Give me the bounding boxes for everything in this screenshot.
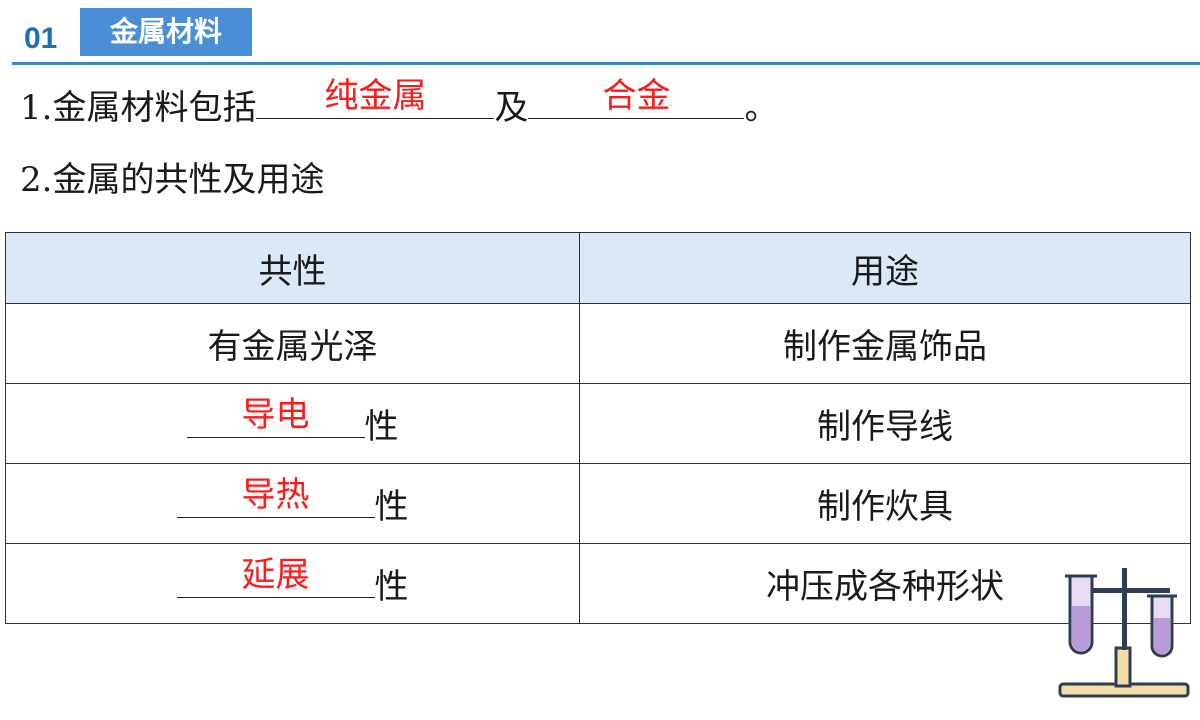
question-1: 1.金属材料包括 纯金属 及 合金 。 xyxy=(20,76,779,129)
property-suffix: 性 xyxy=(364,407,399,447)
use-cell: 制作导线 xyxy=(579,383,1191,464)
use-cell: 制作金属饰品 xyxy=(579,303,1191,384)
section-title: 金属材料 xyxy=(80,8,252,56)
table-row: 导热 性 制作炊具 xyxy=(5,463,1191,544)
property-cell: 延展 性 xyxy=(5,543,580,624)
question-1-suffix: 。 xyxy=(744,88,779,128)
property-blank: 延展 xyxy=(176,555,375,598)
property-cell: 导电 性 xyxy=(5,383,580,464)
answer-1: 纯金属 xyxy=(324,76,427,116)
header-divider xyxy=(12,62,1200,65)
use-cell: 制作炊具 xyxy=(579,463,1191,544)
section-number: 01 xyxy=(24,22,58,55)
table-header-row: 共性 用途 xyxy=(5,232,1191,304)
question-2: 2.金属的共性及用途 xyxy=(20,160,325,200)
table-row: 有金属光泽 制作金属饰品 xyxy=(5,303,1191,384)
property-answer: 延展 xyxy=(241,555,310,595)
blank-1: 纯金属 xyxy=(256,76,495,119)
property-suffix: 性 xyxy=(374,487,409,527)
answer-2: 合金 xyxy=(602,76,671,116)
property-blank: 导电 xyxy=(186,395,365,438)
property-cell: 导热 性 xyxy=(5,463,580,544)
property-cell: 有金属光泽 xyxy=(5,303,580,384)
table-row: 延展性 冲压成各种形状 xyxy=(5,543,1191,624)
column-header-property: 共性 xyxy=(5,232,580,304)
properties-table: 共性 用途 有金属光泽 制作金属饰品 导电性 制作导线 导热性 制作炊具 延展性… xyxy=(5,232,1191,624)
blank-2: 合金 xyxy=(528,76,745,119)
test-tube-rack-icon xyxy=(1058,568,1190,698)
property-suffix: 性 xyxy=(374,567,409,607)
question-1-prefix: 1.金属材料包括 xyxy=(20,88,257,128)
property-answer: 导热 xyxy=(241,475,310,515)
property-blank: 导热 xyxy=(176,475,375,518)
question-1-middle: 及 xyxy=(494,88,529,128)
property-answer: 导电 xyxy=(241,395,310,435)
column-header-use: 用途 xyxy=(579,232,1191,304)
table-row: 导电 性 制作导线 xyxy=(5,383,1191,464)
